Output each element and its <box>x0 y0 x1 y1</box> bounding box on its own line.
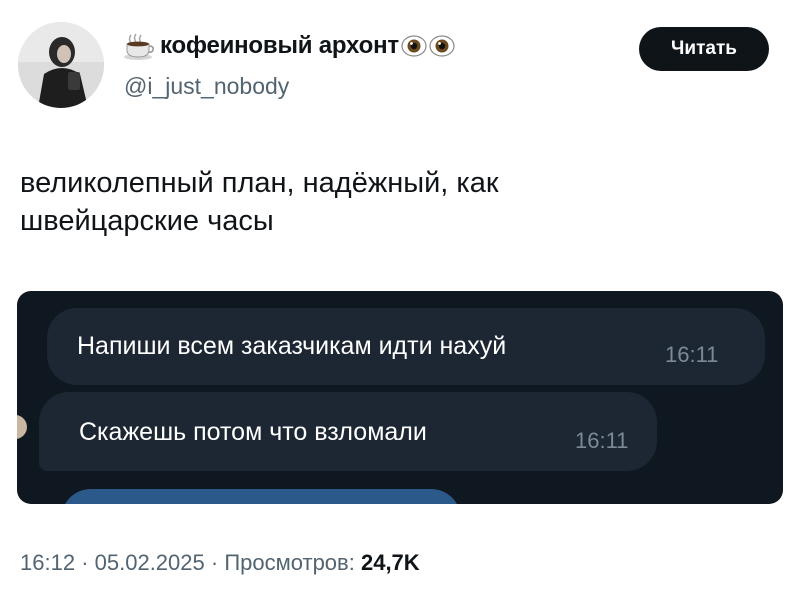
chat-message-bubble: Скажешь потом что взломали 16:11 <box>39 392 657 471</box>
post-text: великолепный план, надёжный, как швейцар… <box>20 164 760 240</box>
meta-separator: · <box>210 550 219 575</box>
chat-message-text: Скажешь потом что взломали <box>79 418 427 446</box>
post-date[interactable]: 05.02.2025 <box>95 550 205 575</box>
eye-icon <box>401 35 427 57</box>
post-text-line: швейцарские часы <box>20 205 274 237</box>
views-count[interactable]: 24,7K <box>361 550 420 575</box>
follow-button[interactable]: Читать <box>639 27 769 71</box>
author-handle[interactable]: @i_just_nobody <box>124 73 289 100</box>
chat-sender-avatar <box>17 415 27 439</box>
post-meta: 16:12 · 05.02.2025 · Просмотров: 24,7K <box>20 550 420 576</box>
author-display-name: кофеиновый архонт <box>160 32 399 59</box>
chat-message-bubble: Напиши всем заказчикам идти нахуй 16:11 <box>47 308 765 385</box>
views-label: Просмотров: <box>224 550 355 575</box>
post-media-image[interactable]: Напиши всем заказчикам идти нахуй 16:11 … <box>17 291 783 504</box>
hot-beverage-icon <box>122 31 156 61</box>
chat-message-time: 16:11 <box>575 428 629 453</box>
author-name-row[interactable]: кофеиновый архонт <box>122 29 455 63</box>
chat-message-time: 16:11 <box>665 342 719 367</box>
chat-partial-bubble <box>61 489 461 504</box>
chat-message-text: Напиши всем заказчикам идти нахуй <box>77 332 507 360</box>
post-text-line: великолепный план, надёжный, как <box>20 167 499 199</box>
eye-icon <box>429 35 455 57</box>
meta-separator: · <box>81 550 89 575</box>
author-avatar[interactable] <box>18 22 104 108</box>
post-time[interactable]: 16:12 <box>20 550 75 575</box>
profile-photo <box>18 22 104 108</box>
